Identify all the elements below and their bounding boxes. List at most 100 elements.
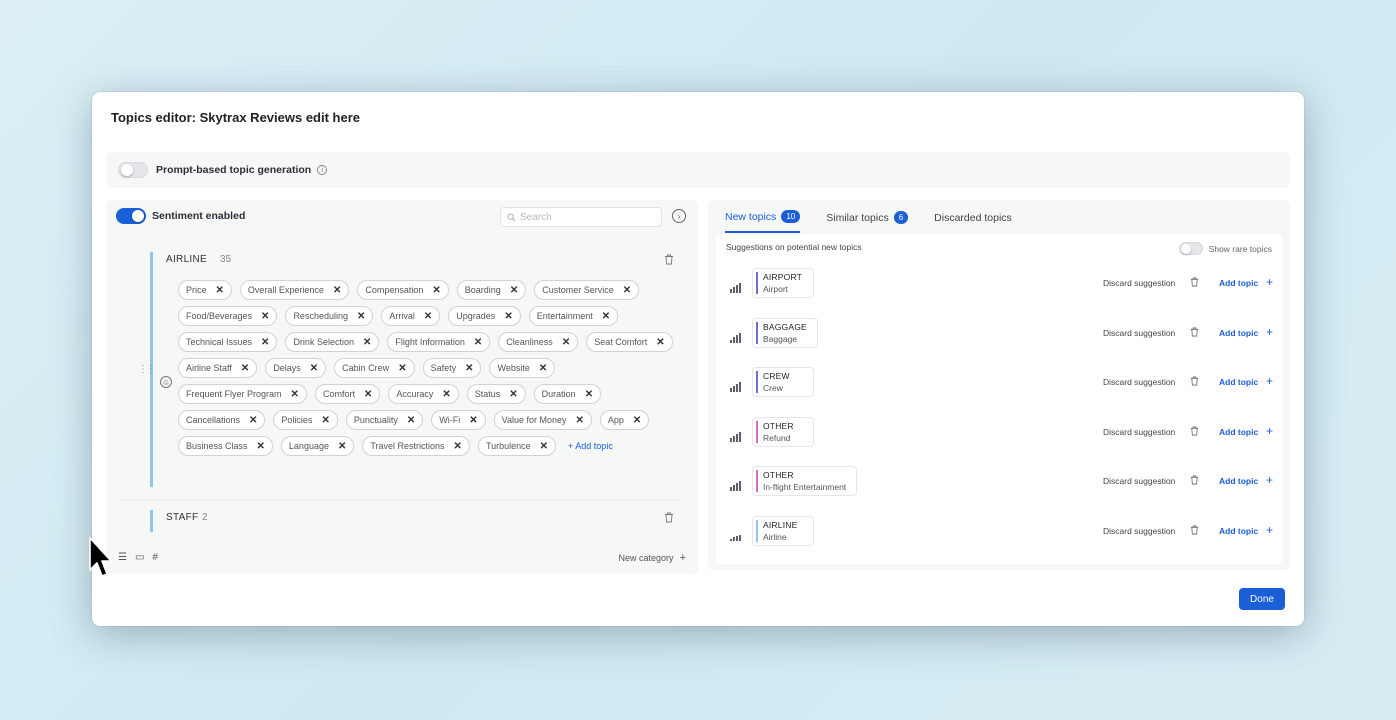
topic-chip[interactable]: Airline Staff ✕: [178, 358, 258, 378]
close-icon[interactable]: ✕: [562, 337, 570, 348]
prompt-generation-toggle[interactable]: [118, 162, 148, 178]
topic-chip[interactable]: App ✕: [599, 410, 650, 430]
close-icon[interactable]: ✕: [623, 285, 631, 296]
topic-chip[interactable]: Overall Experience ✕: [239, 280, 350, 300]
topic-chip[interactable]: Safety ✕: [422, 358, 482, 378]
topic-chip[interactable]: Duration ✕: [533, 384, 602, 404]
topic-chip[interactable]: Entertainment ✕: [528, 306, 619, 326]
trash-icon[interactable]: [1190, 475, 1199, 485]
suggestion-card[interactable]: CREW Crew: [752, 367, 814, 397]
close-icon[interactable]: ✕: [363, 337, 371, 348]
topic-chip[interactable]: Cabin Crew ✕: [334, 358, 415, 378]
suggestion-card[interactable]: OTHER Refund: [752, 416, 814, 447]
done-button[interactable]: Done: [1239, 588, 1285, 610]
discard-suggestion-button[interactable]: Discard suggestion: [1103, 526, 1175, 536]
topic-chip[interactable]: Technical Issues ✕: [178, 332, 278, 352]
close-icon[interactable]: ✕: [257, 441, 265, 452]
close-icon[interactable]: ✕: [656, 337, 664, 348]
close-icon[interactable]: ✕: [261, 337, 269, 348]
topic-chip[interactable]: Upgrades ✕: [448, 306, 521, 326]
topic-chip[interactable]: Rescheduling ✕: [285, 306, 374, 326]
discard-suggestion-button[interactable]: Discard suggestion: [1103, 427, 1175, 437]
close-icon[interactable]: ✕: [633, 415, 641, 426]
topic-chip[interactable]: Wi-Fi ✕: [431, 410, 486, 430]
close-icon[interactable]: ✕: [504, 311, 512, 322]
close-icon[interactable]: ✕: [539, 363, 547, 374]
show-rare-toggle[interactable]: [1178, 242, 1203, 255]
close-icon[interactable]: ✕: [474, 337, 482, 348]
topic-chip[interactable]: Comfort ✕: [314, 384, 381, 404]
topic-chip[interactable]: Food/Beverages ✕: [178, 306, 278, 326]
topic-chip[interactable]: Arrival ✕: [381, 306, 441, 326]
topic-chip[interactable]: Turbulence ✕: [477, 436, 557, 456]
plus-icon[interactable]: +: [1266, 523, 1273, 537]
trash-icon[interactable]: [1190, 426, 1199, 436]
close-icon[interactable]: ✕: [442, 389, 450, 400]
tab-new-topics[interactable]: New topics 10: [725, 210, 801, 233]
trash-icon[interactable]: [664, 512, 674, 523]
close-icon[interactable]: ✕: [469, 415, 477, 426]
chevron-right-icon[interactable]: ›: [672, 209, 686, 223]
close-icon[interactable]: ✕: [407, 415, 415, 426]
close-icon[interactable]: ✕: [398, 363, 406, 374]
add-topic-button[interactable]: Add topic: [1219, 278, 1258, 288]
close-icon[interactable]: ✕: [364, 389, 372, 400]
close-icon[interactable]: ✕: [333, 285, 341, 296]
topic-chip[interactable]: Travel Restrictions ✕: [362, 436, 470, 456]
tab-discarded-topics[interactable]: Discarded topics: [934, 210, 1012, 233]
info-icon[interactable]: i: [317, 165, 328, 175]
topic-chip[interactable]: Boarding ✕: [456, 280, 527, 300]
suggestion-card[interactable]: BAGGAGE Baggage: [752, 317, 818, 348]
close-icon[interactable]: ✕: [540, 441, 548, 452]
close-icon[interactable]: ✕: [241, 363, 249, 374]
close-icon[interactable]: ✕: [261, 311, 269, 322]
close-icon[interactable]: ✕: [465, 363, 473, 374]
close-icon[interactable]: ✕: [424, 311, 432, 322]
add-topic-button[interactable]: Add topic: [1219, 427, 1258, 437]
topic-chip[interactable]: Status ✕: [466, 384, 526, 404]
trash-icon[interactable]: [1190, 327, 1199, 337]
topic-chip[interactable]: Website ✕: [489, 358, 556, 378]
list-view-icon[interactable]: ☰: [118, 552, 127, 563]
plus-icon[interactable]: +: [1266, 473, 1273, 487]
plus-icon[interactable]: +: [1266, 275, 1273, 289]
suggestion-card[interactable]: OTHER In-flight Entertainment: [752, 466, 858, 496]
plus-icon[interactable]: +: [1266, 374, 1273, 388]
close-icon[interactable]: ✕: [602, 311, 610, 322]
topic-chip[interactable]: Business Class ✕: [178, 436, 273, 456]
sentiment-toggle[interactable]: [116, 208, 146, 224]
smile-icon[interactable]: ☺: [160, 376, 172, 388]
close-icon[interactable]: ✕: [216, 285, 224, 296]
discard-suggestion-button[interactable]: Discard suggestion: [1103, 377, 1175, 387]
close-icon[interactable]: ✕: [454, 441, 462, 452]
topic-chip[interactable]: Cleanliness ✕: [498, 332, 579, 352]
close-icon[interactable]: ✕: [321, 415, 329, 426]
topic-chip[interactable]: Frequent Flyer Program ✕: [178, 384, 307, 404]
topic-chip[interactable]: Delays ✕: [265, 358, 327, 378]
topic-chip[interactable]: Accuracy ✕: [388, 384, 459, 404]
discard-suggestion-button[interactable]: Discard suggestion: [1103, 328, 1175, 338]
close-icon[interactable]: ✕: [509, 389, 517, 400]
trash-icon[interactable]: [1190, 525, 1199, 535]
topic-chip[interactable]: Punctuality ✕: [345, 410, 424, 430]
topic-chip[interactable]: Flight Information ✕: [387, 332, 491, 352]
topic-chip[interactable]: Drink Selection ✕: [285, 332, 380, 352]
close-icon[interactable]: ✕: [249, 415, 257, 426]
close-icon[interactable]: ✕: [510, 285, 518, 296]
drag-handle-icon[interactable]: ⋮⋮: [138, 364, 156, 375]
close-icon[interactable]: ✕: [357, 311, 365, 322]
add-topic-button[interactable]: Add topic: [1219, 328, 1258, 338]
suggestion-card[interactable]: AIRPORT Airport: [752, 268, 814, 298]
hash-icon[interactable]: #: [152, 552, 158, 563]
topic-chip[interactable]: Price ✕: [178, 280, 232, 300]
trash-icon[interactable]: [1190, 277, 1199, 287]
plus-icon[interactable]: +: [1266, 325, 1273, 339]
add-topic-button[interactable]: Add topic: [1219, 476, 1258, 486]
topic-chip[interactable]: Seat Comfort ✕: [586, 332, 673, 352]
close-icon[interactable]: ✕: [310, 363, 318, 374]
topic-chip[interactable]: Value for Money ✕: [493, 410, 592, 430]
close-icon[interactable]: ✕: [432, 285, 440, 296]
topic-chip[interactable]: Cancellations ✕: [178, 410, 266, 430]
card-view-icon[interactable]: ▭: [135, 552, 144, 563]
topic-chip[interactable]: Customer Service ✕: [534, 280, 640, 300]
